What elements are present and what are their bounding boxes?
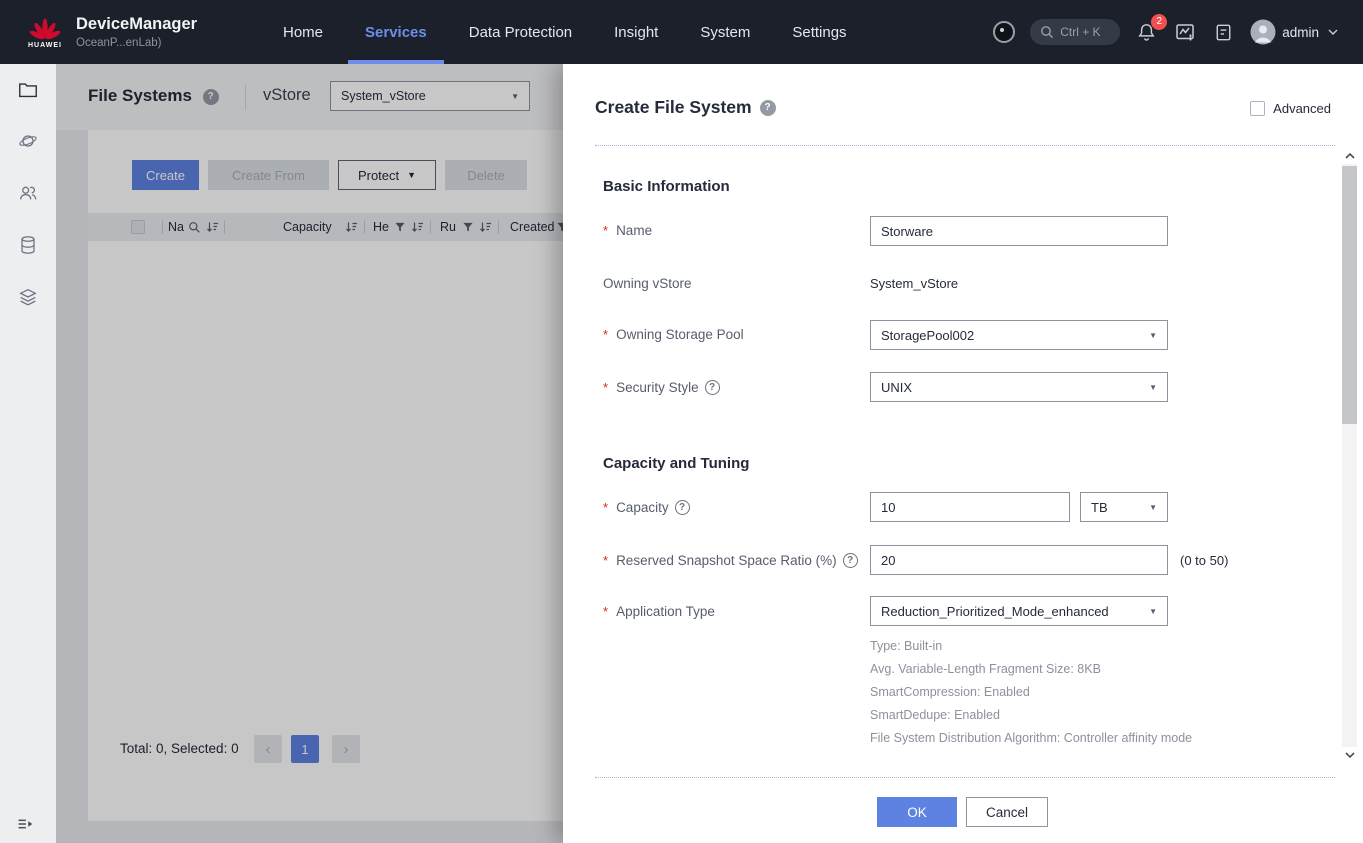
section-basic-information: Basic Information (603, 178, 730, 195)
nav-home[interactable]: Home (283, 0, 323, 64)
huawei-flower-icon (28, 15, 62, 41)
caret-down-icon: ▼ (1149, 383, 1157, 392)
nav-insight[interactable]: Insight (614, 0, 658, 64)
document-icon (1212, 21, 1235, 44)
folder-icon (17, 79, 39, 101)
rail-item-resources[interactable] (17, 286, 39, 308)
notification-badge: 2 (1151, 14, 1167, 30)
caret-down-icon: ▼ (1149, 503, 1157, 512)
required-asterisk: * (603, 327, 608, 342)
nav-data-protection[interactable]: Data Protection (469, 0, 572, 64)
detail-line: File System Distribution Algorithm: Cont… (870, 727, 1192, 750)
required-asterisk: * (603, 553, 608, 568)
divider (595, 145, 1335, 146)
brand: HUAWEI DeviceManager OceanP...enLab) (22, 0, 197, 64)
security-style-label: * Security Style ? (603, 380, 720, 395)
brand-text: DeviceManager OceanP...enLab) (76, 15, 197, 49)
scrollbar-thumb[interactable] (1342, 166, 1357, 424)
side-rail (0, 64, 56, 843)
caret-down-icon: ▼ (1149, 331, 1157, 340)
rail-item-storage[interactable] (17, 234, 39, 256)
application-type-details: Type: Built-in Avg. Variable-Length Frag… (870, 635, 1192, 750)
search-icon (1040, 25, 1054, 39)
topbar-actions: Ctrl + K 2 (993, 0, 1341, 64)
rail-item-filesystems[interactable] (17, 79, 39, 101)
search-shortcut: Ctrl + K (1060, 25, 1100, 39)
security-style-select[interactable]: UNIX ▼ (870, 372, 1168, 402)
device-name: OceanP...enLab) (76, 37, 197, 49)
users-icon (17, 182, 39, 204)
nav-services[interactable]: Services (365, 0, 427, 64)
divider (595, 777, 1335, 778)
section-capacity-tuning: Capacity and Tuning (603, 455, 749, 472)
detail-line: SmartCompression: Enabled (870, 681, 1192, 704)
help-icon[interactable]: ? (705, 380, 720, 395)
help-icon[interactable]: ? (760, 100, 776, 116)
global-search[interactable]: Ctrl + K (1030, 19, 1120, 45)
performance-chart-icon (1173, 20, 1197, 44)
required-asterisk: * (603, 604, 608, 619)
drawer-scrollbar[interactable] (1342, 148, 1357, 763)
planet-icon (17, 130, 39, 152)
required-asterisk: * (603, 223, 608, 238)
user-menu[interactable]: admin (1250, 19, 1341, 45)
nav-system[interactable]: System (700, 0, 750, 64)
expand-menu-icon (14, 813, 36, 835)
topbar: HUAWEI DeviceManager OceanP...enLab) Hom… (0, 0, 1363, 64)
advanced-label: Advanced (1273, 101, 1331, 116)
scroll-up-button[interactable] (1342, 148, 1357, 164)
drawer-title: Create File System (595, 97, 752, 118)
huawei-wordmark: HUAWEI (28, 42, 62, 49)
ok-button[interactable]: OK (877, 797, 957, 827)
create-filesystem-drawer: Create File System ? Advanced Basic Info… (563, 64, 1363, 843)
expand-menu-button[interactable] (14, 813, 36, 835)
owning-pool-select[interactable]: StoragePool002 ▼ (870, 320, 1168, 350)
avatar (1250, 19, 1276, 45)
performance-button[interactable] (1173, 20, 1197, 44)
username: admin (1282, 25, 1319, 40)
rail-item-network[interactable] (17, 130, 39, 152)
owning-vstore-value: System_vStore (870, 276, 958, 291)
rail-item-users[interactable] (17, 182, 39, 204)
chevron-down-icon (1325, 24, 1341, 40)
name-label: * Name (603, 223, 652, 238)
caret-down-icon: ▼ (1149, 607, 1157, 616)
main-nav: Home Services Data Protection Insight Sy… (283, 0, 847, 64)
notifications-button[interactable]: 2 (1135, 21, 1158, 44)
scroll-down-button[interactable] (1342, 747, 1357, 763)
product-title: DeviceManager (76, 15, 197, 34)
snapshot-ratio-input[interactable] (870, 545, 1168, 575)
name-input[interactable] (870, 216, 1168, 246)
application-type-label: * Application Type (603, 604, 715, 619)
database-icon (17, 234, 39, 256)
layers-icon (17, 286, 39, 308)
drawer-header: Create File System ? (595, 97, 776, 118)
assistant-globe-icon[interactable] (993, 21, 1015, 43)
detail-line: SmartDedupe: Enabled (870, 704, 1192, 727)
detail-line: Avg. Variable-Length Fragment Size: 8KB (870, 658, 1192, 681)
owning-pool-label: * Owning Storage Pool (603, 327, 744, 342)
owning-vstore-label: Owning vStore (603, 276, 692, 291)
nav-settings[interactable]: Settings (792, 0, 846, 64)
capacity-input[interactable] (870, 492, 1070, 522)
huawei-logo-icon: HUAWEI (22, 15, 68, 49)
chevron-up-icon (1345, 152, 1355, 160)
modal-scrim (56, 64, 563, 843)
screen: HUAWEI DeviceManager OceanP...enLab) Hom… (0, 0, 1363, 843)
chevron-down-icon (1345, 751, 1355, 759)
cancel-button[interactable]: Cancel (966, 797, 1048, 827)
help-icon[interactable]: ? (843, 553, 858, 568)
capacity-label: * Capacity ? (603, 500, 690, 515)
snapshot-ratio-range-hint: (0 to 50) (1180, 553, 1228, 568)
required-asterisk: * (603, 500, 608, 515)
advanced-toggle: Advanced (1250, 101, 1331, 116)
help-icon[interactable]: ? (675, 500, 690, 515)
advanced-checkbox[interactable] (1250, 101, 1265, 116)
application-type-select[interactable]: Reduction_Prioritized_Mode_enhanced ▼ (870, 596, 1168, 626)
task-report-button[interactable] (1212, 21, 1235, 44)
capacity-unit-select[interactable]: TB ▼ (1080, 492, 1168, 522)
detail-line: Type: Built-in (870, 635, 1192, 658)
required-asterisk: * (603, 380, 608, 395)
snapshot-ratio-label: * Reserved Snapshot Space Ratio (%) ? (603, 553, 858, 568)
